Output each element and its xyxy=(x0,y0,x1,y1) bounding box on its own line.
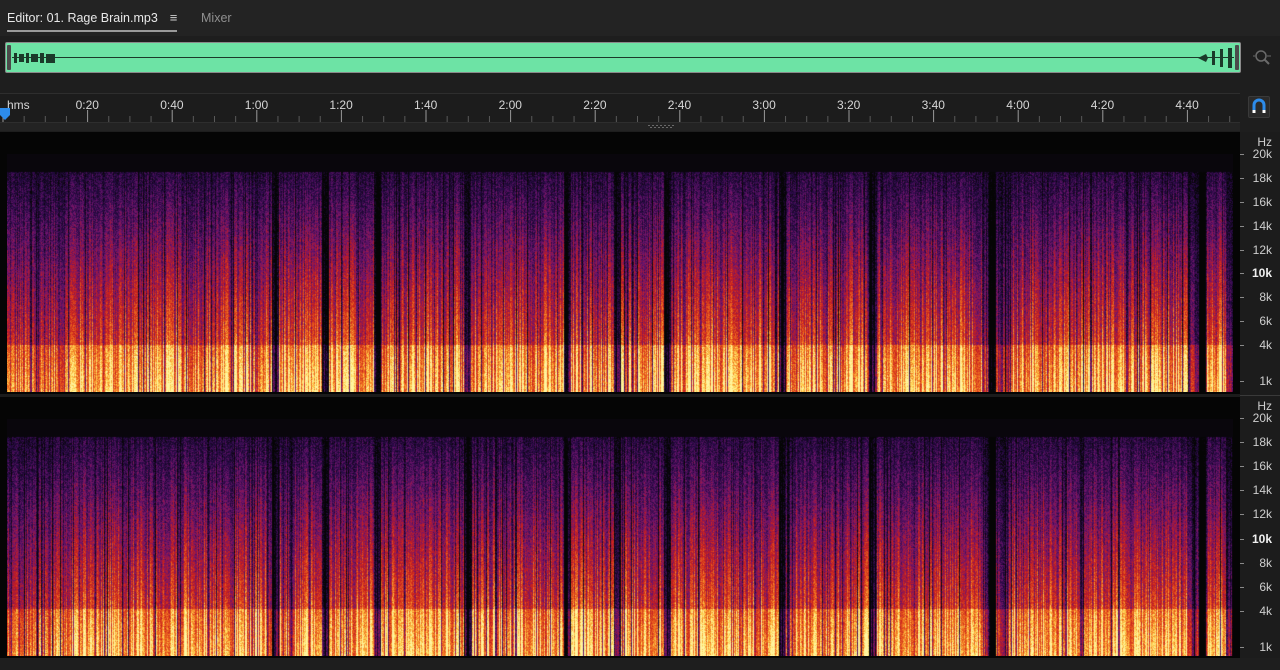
panel-menu-icon[interactable]: ≡ xyxy=(170,10,178,25)
frequency-axis-right: Hz 20k 18k 16k 14k 12k 10k 8k 6k 4k 1k xyxy=(1240,395,1280,660)
tab-mixer[interactable]: Mixer xyxy=(201,10,232,26)
ruler-time-label: 4:00 xyxy=(1006,98,1030,112)
frequency-tick-label: 10k xyxy=(1251,266,1272,281)
frequency-tick-label: 4k xyxy=(1259,603,1272,618)
ruler-time-label: 1:40 xyxy=(414,98,438,112)
frequency-tick xyxy=(1240,466,1244,468)
frequency-tick-label: 18k xyxy=(1252,170,1272,185)
frequency-tick-label: 18k xyxy=(1252,435,1272,450)
ruler-time-label: 2:20 xyxy=(583,98,607,112)
ruler-time-label: 3:00 xyxy=(752,98,776,112)
zoom-magnifier-icon[interactable] xyxy=(1252,48,1272,68)
frequency-tick-label: 20k xyxy=(1252,411,1272,425)
frequency-tick xyxy=(1240,418,1244,419)
frequency-tick-label: 6k xyxy=(1259,314,1272,329)
ruler-time-label: 2:00 xyxy=(498,98,522,112)
frequency-tick-label: 16k xyxy=(1252,459,1272,474)
frequency-tick xyxy=(1240,177,1244,179)
frequency-tick-label: 1k xyxy=(1259,640,1272,654)
frequency-tick xyxy=(1240,381,1244,382)
playhead-marker-icon[interactable] xyxy=(0,108,10,120)
frequency-tick-label: 14k xyxy=(1252,483,1272,498)
ruler-time-label: 4:20 xyxy=(1090,98,1115,112)
ruler-time-label: 1:20 xyxy=(329,98,353,112)
spectral-display-right-channel[interactable] xyxy=(0,397,1240,658)
ruler-time-label: 3:20 xyxy=(837,98,861,112)
frequency-tick-label: 14k xyxy=(1252,218,1272,233)
overview-left-handle[interactable] xyxy=(7,45,11,70)
frequency-tick xyxy=(1240,249,1244,251)
ruler-time-label: 4:40 xyxy=(1175,98,1199,112)
frequency-tick-label: 6k xyxy=(1259,579,1272,594)
frequency-tick-label: 1k xyxy=(1259,374,1272,388)
frequency-axis-left: Hz 20k 18k 16k 14k 12k 10k 8k 6k 4k 1k xyxy=(1240,132,1280,395)
tab-editor-label: Editor: 01. Rage Brain.mp3 xyxy=(7,11,158,25)
frequency-tick-label: 8k xyxy=(1259,290,1272,305)
frequency-tick xyxy=(1240,538,1244,540)
frequency-tick xyxy=(1240,345,1244,347)
panel-resize-divider[interactable] xyxy=(0,123,1240,131)
frequency-tick xyxy=(1240,297,1244,299)
ruler-time-label: 0:20 xyxy=(75,98,99,112)
ruler-time-label: 3:40 xyxy=(921,98,945,112)
ruler-ticks xyxy=(2,110,1231,122)
ruler-time-label: 1:00 xyxy=(244,98,269,112)
frequency-tick-label: 10k xyxy=(1251,531,1272,546)
frequency-tick xyxy=(1240,610,1244,612)
frequency-tick xyxy=(1240,490,1244,492)
editor-tab-bar: Editor: 01. Rage Brain.mp3 ≡ Mixer xyxy=(0,0,1280,36)
tab-editor[interactable]: Editor: 01. Rage Brain.mp3 ≡ xyxy=(7,10,178,32)
frequency-tick xyxy=(1240,225,1244,227)
frequency-tick xyxy=(1240,514,1244,516)
ruler-time-label: 2:40 xyxy=(667,98,692,112)
overview-waveform-start xyxy=(14,53,55,63)
frequency-tick xyxy=(1240,273,1244,275)
frequency-tick-label: 4k xyxy=(1259,338,1272,353)
overview-waveform-end xyxy=(1198,48,1232,68)
spectrogram-right[interactable] xyxy=(7,419,1233,656)
frequency-tick xyxy=(1240,201,1244,203)
overview-centerline xyxy=(12,57,1234,58)
ruler-time-label: 0:40 xyxy=(160,98,184,112)
frequency-tick-label: 20k xyxy=(1252,147,1272,161)
bottom-edge xyxy=(0,658,1280,670)
frequency-tick xyxy=(1240,321,1244,323)
overview-right-handle[interactable] xyxy=(1235,45,1239,70)
spectral-display-left-channel[interactable] xyxy=(0,132,1240,394)
time-ruler[interactable]: hms 0:20 0:40 1:00 1:20 1:40 2:00 2:20 2:40 3:00… xyxy=(0,93,1240,123)
frequency-tick xyxy=(1240,154,1244,155)
frequency-tick xyxy=(1240,586,1244,588)
frequency-tick xyxy=(1240,647,1244,648)
ruler-units-label: hms xyxy=(7,98,30,112)
frequency-tick-label: 12k xyxy=(1252,242,1272,257)
spectrogram-left[interactable] xyxy=(7,154,1233,392)
frequency-tick-label: 12k xyxy=(1252,507,1272,522)
snapping-magnet-icon[interactable] xyxy=(1248,96,1270,118)
waveform-overview-navigator[interactable] xyxy=(5,42,1241,73)
frequency-tick-label: 16k xyxy=(1252,194,1272,209)
frequency-tick xyxy=(1240,442,1244,444)
divider-grip-icon[interactable] xyxy=(648,125,676,129)
frequency-tick xyxy=(1240,562,1244,564)
frequency-tick-label: 8k xyxy=(1259,555,1272,570)
